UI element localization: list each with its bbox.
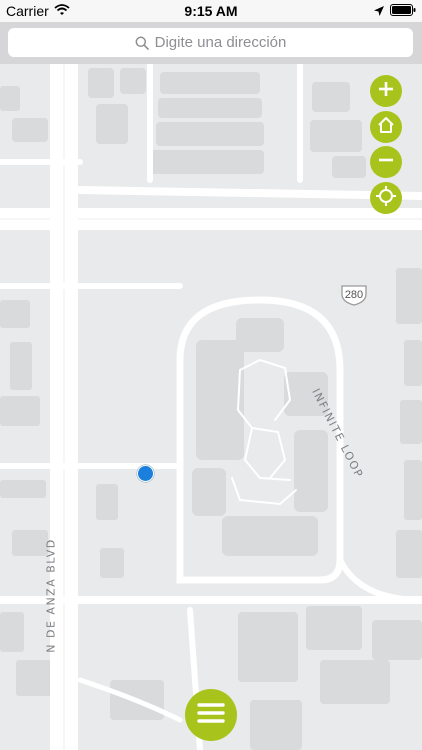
battery-icon xyxy=(390,3,416,19)
search-icon xyxy=(135,36,149,50)
search-bar: Digite una dirección xyxy=(0,22,422,64)
status-bar: Carrier 9:15 AM xyxy=(0,0,422,22)
road-label-de-anza: N DE ANZA BLVD xyxy=(44,538,58,653)
current-location-dot xyxy=(137,465,154,482)
status-right xyxy=(374,3,416,19)
home-button[interactable] xyxy=(370,111,402,143)
crosshair-icon xyxy=(375,185,397,212)
search-input[interactable]: Digite una dirección xyxy=(8,28,413,57)
menu-button[interactable] xyxy=(185,689,237,741)
search-placeholder: Digite una dirección xyxy=(154,34,287,51)
highway-shield-280: 280 xyxy=(339,284,369,306)
minus-icon xyxy=(378,152,394,173)
location-arrow-icon xyxy=(374,3,384,19)
hamburger-menu-icon xyxy=(197,702,225,729)
plus-icon xyxy=(378,81,394,102)
zoom-out-button[interactable] xyxy=(370,146,402,178)
highway-shield-label: 280 xyxy=(344,289,364,301)
status-time: 9:15 AM xyxy=(184,3,238,19)
map-canvas[interactable] xyxy=(0,64,422,750)
map-view[interactable]: N DE ANZA BLVD INFINITE LOOP 280 xyxy=(0,64,422,750)
home-icon xyxy=(377,116,395,139)
zoom-in-button[interactable] xyxy=(370,75,402,107)
locate-button[interactable] xyxy=(370,182,402,214)
